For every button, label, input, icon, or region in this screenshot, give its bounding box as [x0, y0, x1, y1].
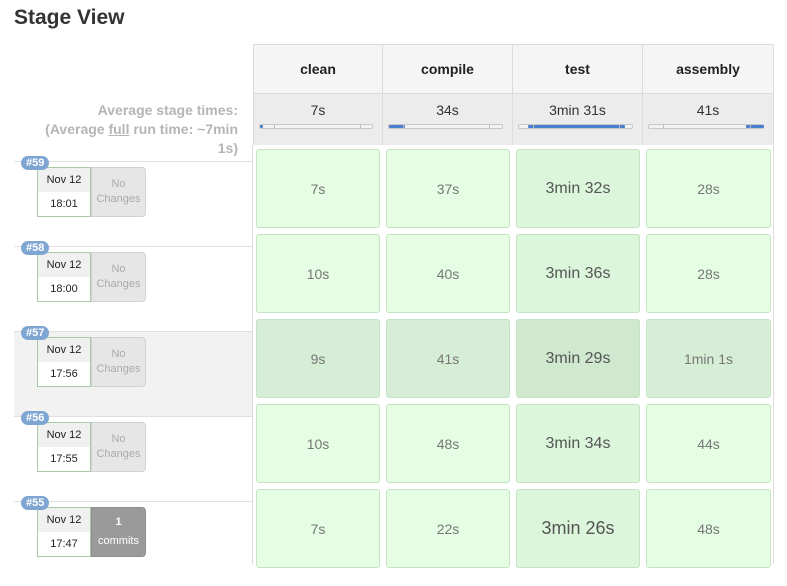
- progress-tick: [360, 125, 361, 128]
- build-date: Nov 12: [38, 338, 90, 362]
- build-number-badge[interactable]: #59: [21, 156, 50, 170]
- stage-average-time: 7s: [310, 102, 326, 118]
- stage-cell-test[interactable]: 3min 36s: [516, 234, 640, 313]
- build-number-badge[interactable]: #56: [21, 411, 50, 425]
- progress-tick: [750, 125, 751, 128]
- progress-fill: [746, 125, 764, 128]
- changes-line-2: Changes: [96, 363, 141, 375]
- stage-cell-clean[interactable]: 7s: [256, 149, 380, 228]
- stage-header-2[interactable]: test: [513, 44, 643, 93]
- build-date: Nov 12: [38, 423, 90, 447]
- progress-tick: [403, 125, 404, 128]
- progress-tick: [533, 125, 534, 128]
- stage-cell-assembly[interactable]: 44s: [646, 404, 771, 483]
- page-title: Stage View: [14, 6, 125, 29]
- stage-header-1[interactable]: compile: [383, 44, 513, 93]
- changes-line-2: Changes: [96, 193, 141, 205]
- stage-cell-clean[interactable]: 10s: [256, 234, 380, 313]
- changes-line-1: No: [111, 178, 126, 190]
- no-changes-box: No Changes: [91, 167, 146, 217]
- progress-fill: [528, 125, 625, 128]
- stage-cell-assembly[interactable]: 28s: [646, 234, 771, 313]
- stage-cell-compile[interactable]: 40s: [386, 234, 510, 313]
- progress-tick: [619, 125, 620, 128]
- build-date-box: Nov 12 17:47: [37, 507, 91, 557]
- build-date-box: Nov 12 17:56: [37, 337, 91, 387]
- build-date-box: Nov 12 18:00: [37, 252, 91, 302]
- progress-fill: [260, 125, 263, 128]
- progress-tick: [663, 125, 664, 128]
- stage-header-3[interactable]: assembly: [643, 44, 774, 93]
- build-row-4: #55 Nov 12 17:47 1 commits: [14, 496, 252, 586]
- build-date: Nov 12: [38, 168, 90, 192]
- stage-cell-test[interactable]: 3min 26s: [516, 489, 640, 568]
- build-time: 18:00: [50, 283, 78, 295]
- stage-average-progress-bar: [518, 124, 633, 129]
- stage-cell-clean[interactable]: 10s: [256, 404, 380, 483]
- stage-cell-assembly[interactable]: 48s: [646, 489, 771, 568]
- build-row-0: #59 Nov 12 18:01 No Changes: [14, 156, 252, 246]
- stage-average-3: 41s: [643, 93, 774, 145]
- build-number-badge[interactable]: #55: [21, 496, 50, 510]
- build-date: Nov 12: [38, 253, 90, 277]
- build-date: Nov 12: [38, 508, 90, 532]
- stage-cell-assembly[interactable]: 28s: [646, 149, 771, 228]
- stage-average-progress-bar: [648, 124, 764, 129]
- changes-line-2: commits: [98, 535, 139, 547]
- progress-tick: [274, 125, 275, 128]
- stage-average-time: 3min 31s: [549, 102, 606, 118]
- build-number-badge[interactable]: #57: [21, 326, 50, 340]
- stage-cell-compile[interactable]: 22s: [386, 489, 510, 568]
- build-row-1: #58 Nov 12 18:00 No Changes: [14, 241, 252, 331]
- changes-line-1: No: [111, 348, 126, 360]
- stage-average-time: 34s: [436, 102, 459, 118]
- stage-cell-compile[interactable]: 41s: [386, 319, 510, 398]
- changes-line-2: Changes: [96, 278, 141, 290]
- stage-cell-test[interactable]: 3min 32s: [516, 149, 640, 228]
- stage-average-1: 34s: [383, 93, 513, 145]
- stage-average-progress-bar: [388, 124, 503, 129]
- stage-cell-clean[interactable]: 9s: [256, 319, 380, 398]
- build-date-box: Nov 12 18:01: [37, 167, 91, 217]
- stage-header-0[interactable]: clean: [253, 44, 383, 93]
- stage-cell-test[interactable]: 3min 34s: [516, 404, 640, 483]
- build-time: 17:55: [50, 453, 78, 465]
- progress-tick: [489, 125, 490, 128]
- grid-border: [252, 145, 253, 564]
- stage-cell-clean[interactable]: 7s: [256, 489, 380, 568]
- build-time: 17:56: [50, 368, 78, 380]
- changes-line-2: Changes: [96, 448, 141, 460]
- stage-average-2: 3min 31s: [513, 93, 643, 145]
- build-time: 17:47: [50, 538, 78, 550]
- stage-average-0: 7s: [253, 93, 383, 145]
- stage-average-time: 41s: [696, 102, 720, 118]
- changes-line-1: 1: [115, 516, 122, 528]
- stage-cell-test[interactable]: 3min 29s: [516, 319, 640, 398]
- grid-border: [773, 145, 774, 564]
- changes-line-1: No: [111, 263, 126, 275]
- stage-average-progress-bar: [259, 124, 373, 129]
- build-time: 18:01: [50, 198, 78, 210]
- commits-button[interactable]: 1 commits: [91, 507, 146, 557]
- no-changes-box: No Changes: [91, 337, 146, 387]
- build-date-box: Nov 12 17:55: [37, 422, 91, 472]
- no-changes-box: No Changes: [91, 422, 146, 472]
- build-number-badge[interactable]: #58: [21, 241, 50, 255]
- full-run-time-link[interactable]: full: [108, 121, 129, 137]
- build-row-3: #56 Nov 12 17:55 No Changes: [14, 411, 252, 501]
- stage-cell-assembly[interactable]: 1min 1s: [646, 319, 771, 398]
- stage-cell-compile[interactable]: 48s: [386, 404, 510, 483]
- stage-cell-compile[interactable]: 37s: [386, 149, 510, 228]
- average-stage-times-label: Average stage times: (Average full run t…: [45, 102, 238, 156]
- build-row-2: #57 Nov 12 17:56 No Changes: [14, 326, 252, 416]
- changes-line-1: No: [111, 433, 126, 445]
- no-changes-box: No Changes: [91, 252, 146, 302]
